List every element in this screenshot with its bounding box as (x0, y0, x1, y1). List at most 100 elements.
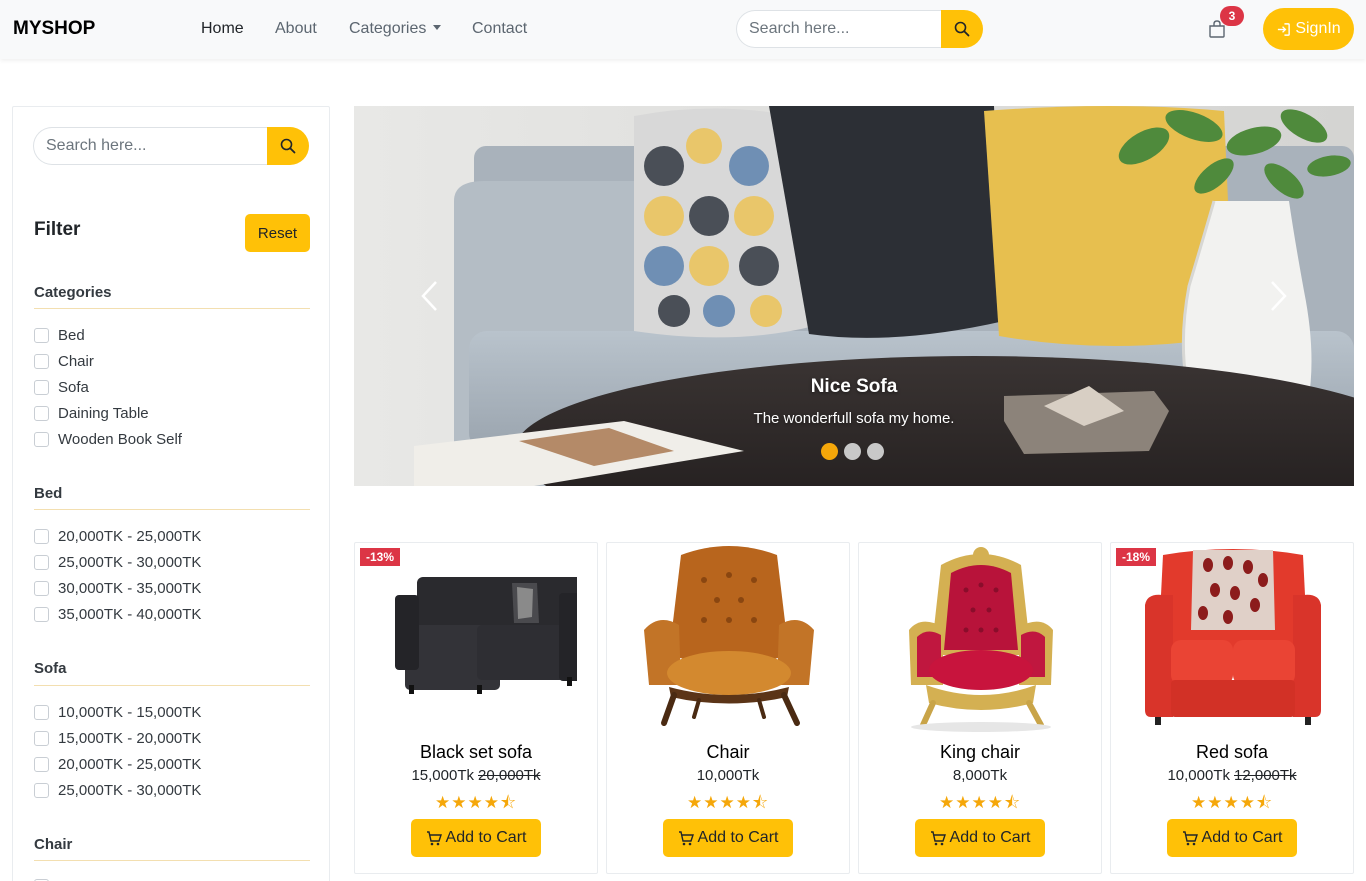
star-icon: ★ (1190, 793, 1208, 812)
slide-caption: The wonderfull sofa my home. (753, 410, 955, 427)
navbar: MYSHOP Home About Categories Contact 3 S… (0, 0, 1366, 59)
divider (34, 308, 310, 309)
current-price: 15,000Tk (411, 767, 474, 784)
nav-categories-label: Categories (349, 20, 427, 37)
product-image-black-sofa (395, 577, 577, 694)
product-image-leather-chair (644, 546, 814, 726)
reset-button[interactable]: Reset (245, 214, 310, 252)
star-half-icon: ⯪ (751, 793, 770, 812)
checkbox[interactable] (34, 783, 49, 798)
filter-option-label: Chair (58, 353, 94, 370)
filter-checkbox-item[interactable]: 25,000TK - 30,000TK (34, 554, 201, 571)
add-to-cart-label: Add to Cart (1201, 829, 1283, 846)
nav-link-about[interactable]: About (275, 20, 317, 38)
filter-section-title: Categories (34, 284, 112, 301)
filter-checkbox-item[interactable]: 30,000TK - 35,000TK (34, 580, 201, 597)
filter-checkbox-item[interactable]: 25,000TK - 30,000TK (34, 782, 201, 799)
star-icon: ★ (1239, 793, 1256, 812)
checkbox[interactable] (34, 731, 49, 746)
checkbox[interactable] (34, 581, 49, 596)
sign-in-icon (1278, 22, 1291, 36)
filter-option-label: 10,000TK - 15,000TK (58, 704, 202, 721)
header-search-button[interactable] (941, 10, 983, 48)
star-icon: ★ (955, 793, 972, 812)
filter-checkbox-item[interactable]: 15,000TK - 20,000TK (34, 730, 201, 747)
brand-logo[interactable]: MYSHOP (13, 18, 95, 40)
sidebar-search-button[interactable] (267, 127, 309, 165)
add-to-cart-label: Add to Cart (949, 829, 1031, 846)
checkbox[interactable] (34, 555, 49, 570)
add-to-cart-button[interactable]: Add to Cart (1167, 819, 1297, 857)
old-price: 12,000Tk (1234, 767, 1297, 784)
carousel-indicator-1[interactable] (821, 443, 838, 460)
filter-checkbox-item[interactable]: Daining Table (34, 405, 149, 422)
checkbox[interactable] (34, 529, 49, 544)
filter-checkbox-item[interactable]: 20,000TK - 25,000TK (34, 756, 201, 773)
filter-checkbox-item[interactable]: Chair (34, 353, 94, 370)
add-to-cart-label: Add to Cart (445, 829, 527, 846)
cart-icon (930, 831, 946, 846)
chevron-down-icon (433, 25, 442, 30)
current-price: 10,000Tk (1167, 767, 1230, 784)
filter-sidebar: Filter Reset Categories Bed Chair Sofa D… (12, 106, 330, 881)
add-to-cart-button[interactable]: Add to Cart (915, 819, 1045, 857)
filter-checkbox-item[interactable]: 10,000TK - 15,000TK (34, 704, 201, 721)
filter-section-title: Chair (34, 836, 73, 853)
product-card: Chair 10,000Tk ★★★★⯪ Add to Cart (606, 542, 850, 874)
star-icon: ★ (483, 793, 500, 812)
filter-checkbox-item[interactable]: Sofa (34, 379, 89, 396)
add-to-cart-button[interactable]: Add to Cart (411, 819, 541, 857)
carousel-prev-icon[interactable] (420, 280, 440, 312)
star-icon: ★ (703, 793, 720, 812)
checkbox[interactable] (34, 607, 49, 622)
filter-option-label: 20,000TK - 25,000TK (58, 528, 202, 545)
slide-title: Nice Sofa (810, 376, 898, 397)
rating-stars: ★★★★⯪ (1111, 790, 1353, 819)
filter-checkbox-item[interactable]: 20,000TK - 25,000TK (34, 528, 201, 545)
nav-link-contact[interactable]: Contact (472, 20, 527, 38)
filter-checkbox-item[interactable]: Bed (34, 327, 85, 344)
star-half-icon: ⯪ (1003, 793, 1022, 812)
filter-section-title: Bed (34, 485, 63, 502)
star-half-icon: ⯪ (499, 793, 518, 812)
nav-link-home[interactable]: Home (201, 20, 244, 38)
product-card: -13% Black set sofa 15,000Tk 20,000Tk ★★★… (354, 542, 598, 874)
star-icon: ★ (971, 793, 988, 812)
signin-label: SignIn (1295, 20, 1341, 37)
hero-sofa-image (354, 106, 1354, 486)
nav-link-categories[interactable]: Categories (349, 20, 442, 38)
cart-icon (1182, 831, 1198, 846)
cart-icon (426, 831, 442, 846)
star-icon: ★ (467, 793, 484, 812)
signin-button[interactable]: SignIn (1263, 8, 1354, 50)
product-name[interactable]: Black set sofa (355, 742, 597, 763)
checkbox[interactable] (34, 328, 49, 343)
sidebar-search-input[interactable] (33, 127, 267, 165)
filter-checkbox-item[interactable]: Wooden Book Self (34, 431, 182, 448)
cart-count-badge: 3 (1220, 6, 1244, 26)
search-icon (954, 21, 970, 37)
product-name[interactable]: King chair (859, 742, 1101, 763)
checkbox[interactable] (34, 380, 49, 395)
checkbox[interactable] (34, 406, 49, 421)
rating-stars: ★★★★⯪ (859, 790, 1101, 819)
checkbox[interactable] (34, 705, 49, 720)
checkbox[interactable] (34, 432, 49, 447)
checkbox[interactable] (34, 757, 49, 772)
product-price: 8,000Tk (859, 767, 1101, 784)
rating-stars: ★★★★⯪ (355, 790, 597, 819)
header-search-input[interactable] (736, 10, 941, 48)
carousel-next-icon[interactable] (1268, 280, 1288, 312)
divider (34, 509, 310, 510)
sidebar-search (33, 127, 309, 165)
star-icon: ★ (434, 793, 452, 812)
filter-checkbox-item[interactable]: 35,000TK - 40,000TK (34, 606, 201, 623)
product-name[interactable]: Red sofa (1111, 742, 1353, 763)
star-icon: ★ (735, 793, 752, 812)
add-to-cart-button[interactable]: Add to Cart (663, 819, 793, 857)
checkbox[interactable] (34, 354, 49, 369)
product-name[interactable]: Chair (607, 742, 849, 763)
rating-stars: ★★★★⯪ (607, 790, 849, 819)
carousel-indicator-3[interactable] (867, 443, 884, 460)
carousel-indicator-2[interactable] (844, 443, 861, 460)
